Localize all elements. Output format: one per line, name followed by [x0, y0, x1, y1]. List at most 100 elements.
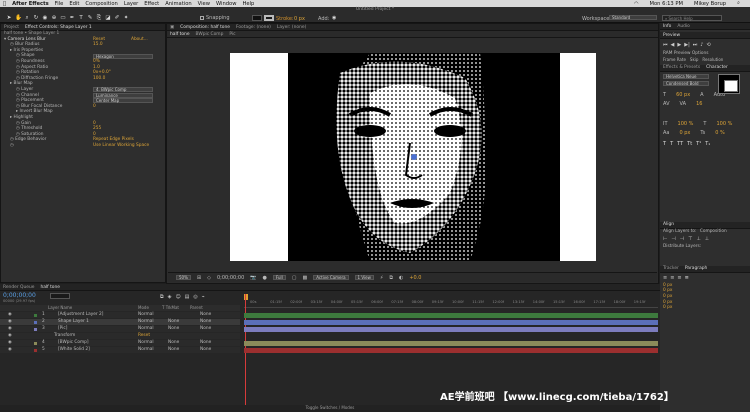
- space-after[interactable]: 0 px: [663, 305, 750, 311]
- tab-align[interactable]: Align: [663, 222, 674, 227]
- workspace-select[interactable]: Standard: [609, 15, 657, 20]
- menu-composition[interactable]: Composition: [85, 1, 117, 7]
- prop-dropdown[interactable]: Luminance: [93, 92, 153, 98]
- menu-window[interactable]: Window: [216, 1, 236, 7]
- tab-footage[interactable]: Footage: (none): [236, 25, 271, 30]
- layer-parent-select[interactable]: None: [200, 340, 211, 346]
- apple-icon[interactable]: : [3, 1, 6, 7]
- align-right-icon[interactable]: ⊣: [680, 236, 684, 242]
- para-right-icon[interactable]: ≡: [677, 275, 681, 281]
- faux-italic-icon[interactable]: T: [670, 141, 673, 147]
- region-icon[interactable]: ▢: [292, 275, 297, 281]
- visibility-eye-icon[interactable]: ◉: [8, 340, 12, 346]
- layer-parent-select[interactable]: None: [200, 312, 211, 318]
- rectangle-tool-icon[interactable]: ▭: [60, 15, 66, 21]
- tab-preview[interactable]: Preview: [663, 33, 680, 38]
- align-left-icon[interactable]: ⊢: [663, 236, 667, 242]
- stopwatch-icon[interactable]: ◷: [10, 143, 14, 148]
- prev-frame-icon[interactable]: ◀: [671, 42, 675, 48]
- layer-name[interactable]: [White Solid 2]: [58, 347, 90, 353]
- toggle-switches-modes[interactable]: Toggle Switches / Modes: [0, 405, 660, 412]
- layer-mode-select[interactable]: Normal: [138, 319, 154, 325]
- label-color-swatch[interactable]: [34, 327, 37, 331]
- prop-dropdown[interactable]: Hexagon: [93, 53, 153, 59]
- user-name[interactable]: Mikey Borup: [694, 1, 726, 7]
- mute-icon[interactable]: ♪: [700, 42, 703, 48]
- time-ruler[interactable]: 00s 01:15f 02:00f 03:15f 04:00f 05:15f 06:00f 0…: [244, 294, 658, 308]
- align-target-select[interactable]: Composition: [700, 229, 727, 234]
- nav-half-tone[interactable]: half tone: [170, 32, 190, 37]
- tab-character[interactable]: Character: [706, 65, 728, 70]
- spotlight-icon[interactable]: ⌕: [737, 0, 740, 7]
- camera-select[interactable]: Active Camera: [313, 275, 349, 280]
- composition-canvas[interactable]: [230, 53, 596, 261]
- camera-tool-icon[interactable]: ◉: [42, 15, 48, 21]
- comp-mini-flowchart-icon[interactable]: ⧉: [160, 294, 164, 300]
- menu-file[interactable]: File: [55, 1, 64, 7]
- visibility-eye-icon[interactable]: ◉: [8, 312, 12, 318]
- visibility-eye-icon[interactable]: ◉: [8, 347, 12, 353]
- baseline-value[interactable]: 0 px: [679, 130, 690, 136]
- tab-tracker[interactable]: Tracker: [663, 266, 679, 271]
- draft-3d-icon[interactable]: ◈: [168, 294, 172, 300]
- menu-layer[interactable]: Layer: [124, 1, 138, 7]
- layer-trkmat-select[interactable]: None: [168, 326, 179, 332]
- tab-composition[interactable]: Composition: half tone: [180, 25, 230, 30]
- layer-trkmat-select[interactable]: None: [168, 319, 179, 325]
- add-shape-icon[interactable]: ◉: [332, 15, 336, 21]
- nav-pic[interactable]: Pic: [229, 32, 235, 37]
- zoom-select[interactable]: 50%: [176, 275, 191, 280]
- roto-brush-tool-icon[interactable]: ✐: [114, 15, 120, 21]
- rotate-tool-icon[interactable]: ↻: [33, 15, 39, 21]
- visibility-eye-icon[interactable]: ◉: [8, 319, 12, 325]
- prop-value[interactable]: Use Linear Working Space: [93, 143, 149, 149]
- tab-layer[interactable]: Layer: (none): [277, 25, 306, 30]
- para-center-icon[interactable]: ≡: [670, 275, 674, 281]
- label-color-swatch[interactable]: [34, 341, 37, 345]
- tab-effect-controls[interactable]: Effect Controls: Shape Layer 1: [25, 25, 92, 30]
- align-bottom-icon[interactable]: ⊥: [705, 236, 709, 242]
- layer-duration-bar[interactable]: [244, 347, 658, 353]
- faux-bold-icon[interactable]: T: [663, 141, 666, 147]
- wifi-icon[interactable]: ◠: [634, 1, 639, 7]
- menu-effect[interactable]: Effect: [144, 1, 159, 7]
- graph-editor-icon[interactable]: ⌁: [202, 294, 205, 300]
- para-left-icon[interactable]: ≡: [663, 275, 667, 281]
- align-hcenter-icon[interactable]: ⊣: [671, 236, 675, 242]
- menu-help[interactable]: Help: [242, 1, 254, 7]
- layer-name[interactable]: [BWpic Comp]: [58, 340, 89, 346]
- layer-name[interactable]: Transform: [54, 333, 75, 339]
- mask-icon[interactable]: ◇: [207, 275, 211, 281]
- last-frame-icon[interactable]: ⏭: [693, 42, 698, 48]
- tab-half-tone[interactable]: half tone: [40, 285, 60, 290]
- shy-icon[interactable]: ☺: [175, 294, 180, 300]
- label-color-swatch[interactable]: [34, 313, 37, 317]
- table-row[interactable]: ◉ 5 [White Solid 2] Normal None None: [0, 347, 240, 353]
- pen-tool-icon[interactable]: ✒: [69, 15, 75, 21]
- layer-parent-select[interactable]: None: [200, 326, 211, 332]
- brush-tool-icon[interactable]: ✎: [87, 15, 93, 21]
- timeline-timecode[interactable]: 0;00;00;00: [3, 292, 36, 299]
- grid-icon[interactable]: ⊞: [197, 275, 201, 281]
- layer-parent-select[interactable]: None: [200, 347, 211, 353]
- align-vcenter-icon[interactable]: ⊥: [696, 236, 700, 242]
- hand-tool-icon[interactable]: ✋: [15, 15, 22, 21]
- tab-info[interactable]: Info: [663, 24, 671, 29]
- visibility-eye-icon[interactable]: ◉: [8, 333, 12, 339]
- loop-icon[interactable]: ⟲: [706, 42, 710, 48]
- layer-duration-bar[interactable]: [244, 340, 658, 346]
- small-caps-icon[interactable]: Tt: [687, 141, 692, 147]
- label-color-swatch[interactable]: [34, 320, 37, 324]
- resolution-select[interactable]: Full: [272, 275, 286, 280]
- layer-search-input[interactable]: [50, 293, 70, 299]
- menu-view[interactable]: View: [198, 1, 210, 7]
- flowchart-icon[interactable]: ⧉: [389, 275, 393, 281]
- search-help-input[interactable]: ⌕ Search Help: [662, 15, 722, 21]
- layer-parent-select[interactable]: None: [200, 319, 211, 325]
- frame-blend-icon[interactable]: ▤: [185, 294, 190, 300]
- app-menu[interactable]: After Effects: [12, 1, 49, 7]
- tab-paragraph[interactable]: Paragraph: [685, 266, 708, 271]
- play-icon[interactable]: ▶: [677, 42, 681, 48]
- vertical-scale-value[interactable]: 100 %: [678, 121, 694, 127]
- tsume-value[interactable]: 0 %: [715, 130, 725, 136]
